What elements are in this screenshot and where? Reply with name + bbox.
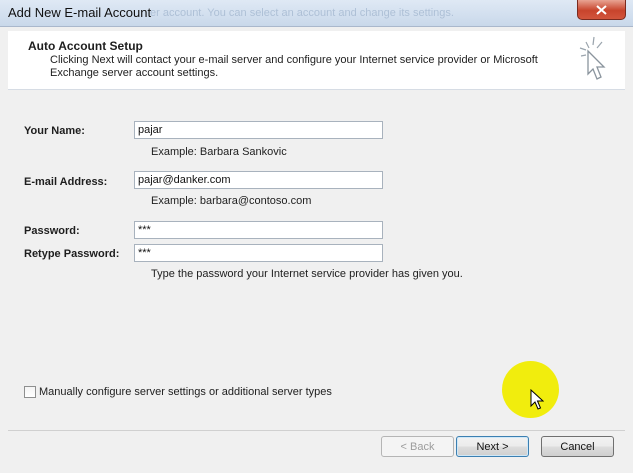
click-cursor-icon: [579, 36, 606, 80]
email-address-label: E-mail Address:: [24, 176, 108, 188]
back-button[interactable]: < Back: [381, 436, 454, 457]
close-icon: [596, 4, 607, 15]
your-name-input[interactable]: [134, 121, 383, 139]
retype-password-input[interactable]: [134, 244, 383, 262]
email-address-input[interactable]: [134, 171, 383, 189]
your-name-example: Example: Barbara Sankovic: [151, 146, 287, 158]
your-name-label: Your Name:: [24, 125, 85, 137]
password-input[interactable]: [134, 221, 383, 239]
next-button[interactable]: Next >: [456, 436, 529, 457]
retype-password-label: Retype Password:: [24, 248, 120, 260]
footer-divider: [8, 430, 625, 431]
manual-config-label: Manually configure server settings or ad…: [39, 386, 332, 398]
window-title: Add New E-mail Account: [8, 5, 152, 20]
close-button[interactable]: [577, 0, 626, 20]
manual-config-checkbox[interactable]: [24, 386, 36, 398]
cancel-button[interactable]: Cancel: [541, 436, 614, 457]
email-address-example: Example: barbara@contoso.com: [151, 195, 312, 207]
header-description: Clicking Next will contact your e-mail s…: [50, 54, 538, 79]
manual-config-option[interactable]: Manually configure server settings or ad…: [24, 386, 332, 398]
wizard-header: Auto Account Setup Clicking Next will co…: [8, 31, 625, 90]
password-label: Password:: [24, 225, 80, 237]
password-hint: Type the password your Internet service …: [151, 268, 463, 280]
header-title: Auto Account Setup: [28, 39, 143, 53]
background-window-text: er account. You can select an account an…: [150, 7, 454, 19]
title-bar: er account. You can select an account an…: [0, 0, 633, 27]
mouse-pointer-icon: [530, 389, 544, 410]
